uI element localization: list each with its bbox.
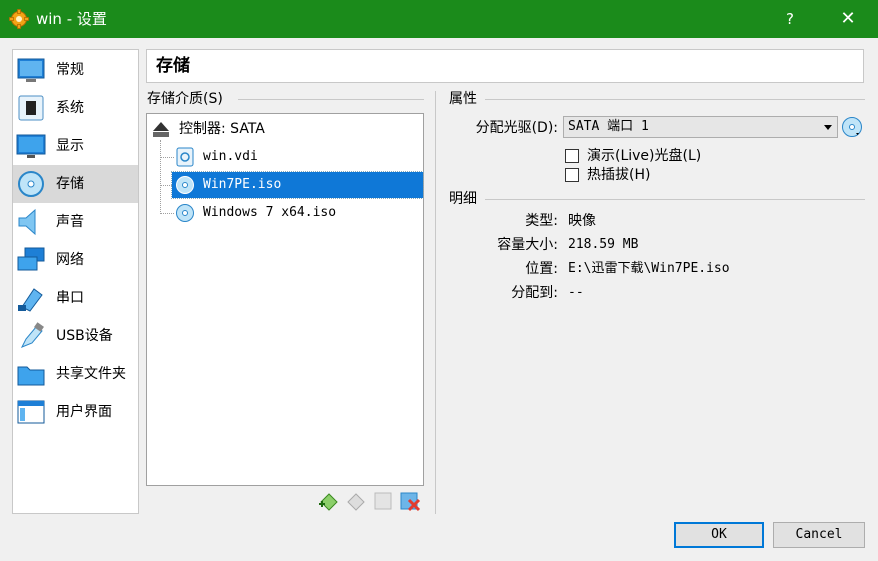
settings-sidebar: 常规 系统 显示 存储 声音 网络 串口 USB设备 共享文件夹 用户界面 — [12, 49, 139, 514]
optical-disc-icon — [176, 176, 194, 194]
panel-separator — [435, 91, 436, 514]
title-bar: win - 设置 ? ✕ — [0, 0, 878, 38]
shared-folder-icon — [17, 366, 45, 386]
storage-header-divider — [238, 99, 424, 100]
sidebar-item-label: 网络 — [56, 252, 84, 268]
detail-location-label: 位置: — [525, 261, 558, 277]
detail-location-value: E:\迅雷下载\Win7PE.iso — [568, 261, 730, 276]
optical-drive-label: 分配光驱(D): — [475, 120, 558, 136]
tree-controller-sata[interactable]: 控制器: SATA — [147, 116, 423, 142]
storage-disk-icon — [18, 171, 44, 197]
device-label: win.vdi — [203, 149, 258, 164]
remove-attachment-icon[interactable] — [399, 490, 421, 512]
user-interface-icon — [17, 400, 45, 424]
sidebar-item-label: USB设备 — [56, 328, 113, 344]
virtualbox-gear-icon — [9, 9, 29, 29]
page-title-box: 存储 — [146, 49, 864, 83]
window-title: win - 设置 — [36, 10, 107, 28]
hotplug-checkbox[interactable] — [565, 168, 579, 182]
sidebar-item-system[interactable]: 系统 — [13, 89, 138, 127]
sidebar-item-general[interactable]: 常规 — [13, 51, 138, 89]
sidebar-item-label: 声音 — [56, 214, 84, 230]
tree-item-device-selected[interactable]: Win7PE.iso — [171, 171, 424, 199]
cancel-button[interactable]: Cancel — [773, 522, 865, 548]
sidebar-item-label: 用户界面 — [56, 404, 112, 420]
sidebar-item-label: 系统 — [56, 100, 84, 116]
detail-size-label: 容量大小: — [497, 237, 558, 253]
speaker-icon — [18, 208, 36, 236]
detail-attached-value: -- — [568, 285, 584, 300]
storage-tree[interactable]: 控制器: SATA win.vdi Win7PE.iso Windows 7 x… — [146, 113, 424, 486]
ok-button[interactable]: OK — [674, 522, 764, 548]
sidebar-item-display[interactable]: 显示 — [13, 127, 138, 165]
device-label: Windows 7 x64.iso — [203, 205, 337, 220]
display-monitor-icon — [16, 134, 46, 158]
optical-drive-select[interactable]: SATA 端口 1 — [563, 116, 838, 138]
controller-label: 控制器: SATA — [179, 121, 265, 137]
serial-port-icon — [18, 288, 43, 312]
controller-icon — [153, 122, 169, 137]
detail-size-value: 218.59 MB — [568, 237, 639, 252]
detail-type-label: 类型: — [525, 213, 558, 229]
optical-drive-value: SATA 端口 1 — [568, 119, 649, 134]
detail-type-value: 映像 — [568, 213, 596, 229]
details-header-divider — [485, 199, 865, 200]
sidebar-item-label: 存储 — [56, 176, 84, 192]
close-button[interactable]: ✕ — [826, 0, 870, 38]
attributes-header-divider — [485, 99, 865, 100]
live-cd-label: 演示(Live)光盘(L) — [587, 148, 702, 164]
general-icon — [17, 58, 45, 82]
optical-disc-icon — [176, 204, 194, 222]
add-disk-disabled-icon[interactable] — [372, 490, 394, 512]
sidebar-item-shared-folders[interactable]: 共享文件夹 — [13, 355, 138, 393]
help-button[interactable]: ? — [770, 0, 810, 38]
storage-media-header: 存储介质(S) — [147, 91, 223, 107]
sidebar-item-storage[interactable]: 存储 — [13, 165, 138, 203]
sidebar-item-label: 共享文件夹 — [56, 366, 126, 382]
network-icon — [17, 247, 45, 271]
device-label: Win7PE.iso — [203, 177, 282, 192]
hard-disk-icon — [176, 147, 194, 167]
sidebar-item-label: 显示 — [56, 138, 84, 154]
sidebar-item-audio[interactable]: 声音 — [13, 203, 138, 241]
details-header: 明细 — [449, 191, 477, 207]
add-attachment-icon[interactable] — [318, 490, 340, 512]
usb-icon — [20, 322, 44, 348]
add-controller-disabled-icon[interactable] — [345, 490, 367, 512]
tree-item-device[interactable]: win.vdi — [147, 144, 423, 170]
live-cd-checkbox[interactable] — [565, 149, 579, 163]
choose-disk-icon[interactable] — [841, 116, 863, 138]
page-title: 存储 — [156, 56, 190, 76]
detail-attached-label: 分配到: — [511, 285, 558, 301]
tree-item-device[interactable]: Windows 7 x64.iso — [147, 200, 423, 226]
chevron-down-icon — [824, 125, 832, 130]
system-chip-icon — [18, 95, 44, 121]
sidebar-item-label: 常规 — [56, 62, 84, 78]
sidebar-item-usb[interactable]: USB设备 — [13, 317, 138, 355]
hotplug-label: 热插拔(H) — [587, 167, 651, 183]
sidebar-item-serial[interactable]: 串口 — [13, 279, 138, 317]
sidebar-item-label: 串口 — [56, 290, 84, 306]
sidebar-item-network[interactable]: 网络 — [13, 241, 138, 279]
sidebar-item-user-interface[interactable]: 用户界面 — [13, 393, 138, 431]
attributes-header: 属性 — [449, 91, 477, 107]
